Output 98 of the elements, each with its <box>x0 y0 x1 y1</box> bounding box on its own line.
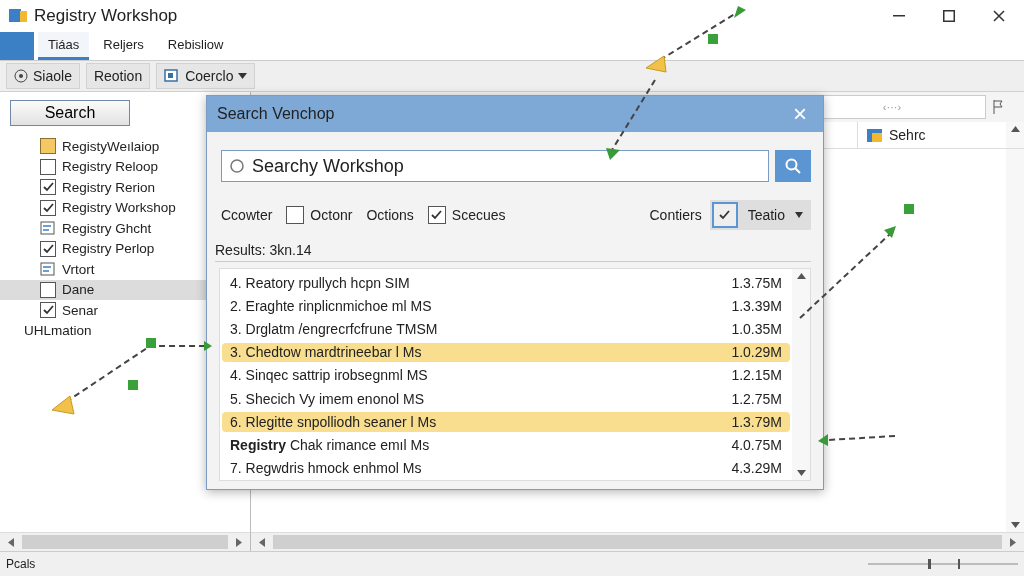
result-name: 3. Chedtow mardtrineebar l Ms <box>230 344 422 361</box>
checkbox[interactable] <box>40 281 56 298</box>
search-button[interactable]: Search <box>10 100 130 126</box>
menu-tab[interactable]: Tiáas <box>38 32 90 60</box>
result-name: 7. Regwdris hmock enhmol Ms <box>230 460 422 477</box>
checkmark-icon <box>42 182 54 193</box>
option-label: Contiers <box>649 207 702 223</box>
folder-icon <box>866 127 884 143</box>
square-marker <box>146 338 156 348</box>
minimize-icon <box>893 15 905 17</box>
scroll-left-icon <box>8 537 14 547</box>
result-row[interactable]: 3. Chedtow mardtrineebar l Ms 1.0.29M <box>222 342 790 362</box>
toolbar-button[interactable]: Siaole <box>6 63 80 89</box>
option-checkbox[interactable]: Scecues <box>427 206 506 224</box>
checkmark-icon <box>719 210 731 220</box>
result-row[interactable]: 6. Rlegitte snpolliodh seaner l Ms 1.3.79M <box>222 412 790 432</box>
checkbox[interactable] <box>40 199 56 216</box>
result-size: 1.3.75M <box>731 274 782 291</box>
checkmark-icon <box>42 305 54 316</box>
result-row[interactable]: 3. Drglatm /engrecrfcfrune TMSM 1.0.35M <box>222 319 790 339</box>
scroll-right-icon <box>1010 537 1016 547</box>
result-size: 1.0.29M <box>731 344 782 361</box>
tree-label: Registry Workshop <box>62 200 176 216</box>
tree-label: Registry Perlop <box>62 241 155 257</box>
scroll-left-icon <box>259 537 265 547</box>
result-name: 4. Sinqec sattrip irobsegnml MS <box>230 367 428 384</box>
window-title: Registry Workshop <box>34 6 179 26</box>
list-icon <box>40 262 56 277</box>
search-button[interactable] <box>775 150 811 182</box>
tree-label: Senar <box>62 302 99 318</box>
result-row[interactable]: 4. Sinqec sattrip irobsegnml MS 1.2.15M <box>222 365 790 386</box>
tree-label: Registry Reloop <box>62 159 159 175</box>
square-marker <box>708 34 718 44</box>
tree-label: Registry Rerion <box>62 179 156 195</box>
checkmark-icon <box>42 243 54 254</box>
maximize-icon <box>943 10 955 22</box>
scroll-down-icon <box>796 470 806 476</box>
option-label: Octions <box>366 207 414 223</box>
menu-tab[interactable]: Reljers <box>93 32 154 60</box>
circle-icon <box>230 159 244 173</box>
search-field[interactable]: Searchy Workshop <box>221 150 769 182</box>
app-icon <box>8 7 28 25</box>
scrollbar-thumb[interactable] <box>22 535 228 549</box>
tree-label: Vrtort <box>62 261 95 277</box>
scroll-right-icon <box>236 537 242 547</box>
close-icon <box>993 10 1005 22</box>
result-size: 1.3.79M <box>731 413 782 430</box>
zoom-slider-icon[interactable] <box>868 558 1018 570</box>
search-icon <box>785 158 801 174</box>
result-name: 2. Eraghte rinplicnmichoe ml MS <box>230 297 432 314</box>
checkbox[interactable] <box>40 240 56 257</box>
result-size: 1.2.15M <box>731 367 782 384</box>
result-row[interactable]: 5. Shecich Vy imem enonol MS 1.2.75M <box>222 389 790 409</box>
option-checkbox[interactable]: Octonr <box>286 206 353 224</box>
result-name: 3. Drglatm /engrecrfcfrune TMSM <box>230 321 438 338</box>
result-size: 1.2.75M <box>731 390 782 407</box>
results-label: Results: 3kn.14 <box>215 242 811 262</box>
checkbox[interactable] <box>40 302 56 319</box>
result-size: 1.0.35M <box>731 321 782 338</box>
result-size: 1.3.39M <box>731 297 782 314</box>
result-row[interactable]: Registry Chak rimance emıl Ms 4.0.75M <box>222 435 790 455</box>
result-size: 4.3.29M <box>731 460 782 477</box>
result-size: 4.0.75M <box>731 437 782 454</box>
list-icon <box>40 221 56 236</box>
scroll-down-icon <box>1010 522 1020 528</box>
folder-icon <box>40 138 56 155</box>
caret-icon <box>238 73 248 79</box>
checkbox[interactable] <box>40 179 56 196</box>
window-icon <box>164 69 181 83</box>
scroll-up-icon <box>796 273 806 279</box>
tree-label: Dane <box>62 282 95 298</box>
result-name: Registry Chak rimance emıl Ms <box>230 437 430 454</box>
scroll-up-icon <box>1010 126 1020 132</box>
checkmark-icon <box>431 210 443 220</box>
caret-icon <box>795 212 803 218</box>
toolbar-button[interactable]: Coerclo <box>156 63 256 89</box>
menu-block <box>0 32 34 60</box>
checkbox[interactable] <box>286 206 305 224</box>
square-marker <box>904 204 914 214</box>
checkbox[interactable] <box>711 202 738 228</box>
square-marker <box>128 380 138 390</box>
flag-icon <box>992 99 1004 115</box>
toolbar-button[interactable]: Reotion <box>85 63 151 89</box>
result-name: 6. Rlegitte snpolliodh seaner l Ms <box>230 413 437 430</box>
result-name: 5. Shecich Vy imem enonol MS <box>230 390 424 407</box>
option-dropdown[interactable]: Teatio <box>709 200 811 230</box>
checkbox[interactable] <box>40 158 56 175</box>
target-icon <box>14 69 28 83</box>
result-row[interactable]: 7. Regwdris hmock enhmol Ms 4.3.29M <box>222 458 790 478</box>
status-text: Pcals <box>6 557 36 571</box>
dialog-title: Search Venchop <box>217 105 335 123</box>
option-label: Ccowter <box>221 207 273 223</box>
checkbox[interactable] <box>427 206 446 224</box>
checkmark-icon <box>42 202 54 213</box>
tree-label: Registry Ghcht <box>62 220 152 236</box>
menu-tab[interactable]: Rebisliow <box>157 32 234 60</box>
tree-label: RegistyWeılaiop <box>62 138 160 154</box>
scrollbar-thumb[interactable] <box>273 535 1002 549</box>
